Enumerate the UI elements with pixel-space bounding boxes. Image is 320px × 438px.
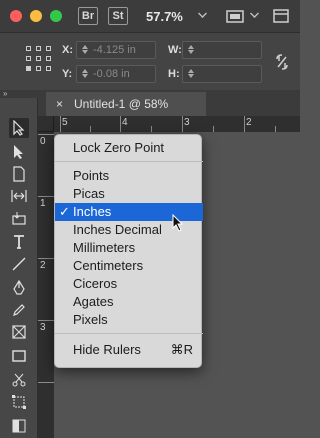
title-bar: Br St 57.7% [0, 0, 300, 32]
workspace-icon[interactable] [272, 8, 292, 24]
menu-item-hide-rulers[interactable]: Hide Rulers ⌘R [55, 341, 203, 359]
scissors-tool-icon[interactable] [9, 370, 29, 390]
menu-item-points[interactable]: Points [55, 167, 203, 185]
keyboard-shortcut: ⌘R [170, 342, 193, 357]
stock-button[interactable]: St [108, 7, 128, 25]
menu-item-millimeters[interactable]: Millimeters [55, 239, 203, 257]
y-field[interactable]: -0.08 in [76, 65, 156, 83]
x-field[interactable]: -4.125 in [76, 41, 156, 59]
document-tab[interactable]: × Untitled-1 @ 58% [46, 92, 206, 116]
menu-item-pixels[interactable]: Pixels [55, 311, 203, 329]
content-collector-tool-icon[interactable] [9, 208, 29, 228]
h-field[interactable] [182, 65, 262, 83]
document-tab-title: Untitled-1 @ 58% [74, 97, 169, 111]
document-tab-bar: × Untitled-1 @ 58% [38, 90, 300, 116]
ruler-units-context-menu: Lock Zero Point Points Picas ✓ Inches In… [54, 134, 203, 368]
h-ruler-label: 5 [62, 117, 68, 128]
horizontal-ruler[interactable]: 5 4 3 2 [54, 116, 300, 132]
menu-item-lock-zero-point[interactable]: Lock Zero Point [55, 139, 203, 157]
x-label: X: [62, 44, 73, 56]
w-field[interactable] [182, 41, 262, 59]
h-ruler-label: 3 [184, 117, 190, 128]
bridge-button[interactable]: Br [78, 7, 98, 25]
constrain-proportions-icon[interactable] [274, 53, 290, 71]
menu-item-centimeters[interactable]: Centimeters [55, 257, 203, 275]
y-label: Y: [62, 68, 73, 80]
h-ruler-label: 2 [246, 117, 252, 128]
ruler-origin[interactable] [38, 116, 54, 132]
pen-tool-icon[interactable] [9, 278, 29, 298]
v-ruler-label: 0 [40, 136, 46, 147]
w-stepper-icon[interactable] [187, 44, 195, 56]
menu-separator [55, 161, 203, 162]
selection-tool-icon[interactable] [9, 118, 29, 138]
menu-item-agates[interactable]: Agates [55, 293, 203, 311]
vertical-ruler[interactable]: 0 1 2 3 [38, 132, 54, 438]
free-transform-tool-icon[interactable] [9, 392, 29, 412]
x-value: -4.125 in [93, 44, 136, 56]
pencil-tool-icon[interactable] [9, 300, 29, 320]
checkmark-icon: ✓ [59, 204, 70, 219]
tools-panel [0, 98, 38, 438]
menu-item-picas[interactable]: Picas [55, 185, 203, 203]
menu-item-ciceros[interactable]: Ciceros [55, 275, 203, 293]
close-window-button[interactable] [10, 10, 22, 22]
close-tab-icon[interactable]: × [56, 97, 63, 111]
tools-collapse-button[interactable]: » [0, 90, 38, 98]
line-tool-icon[interactable] [9, 254, 29, 274]
y-value: -0.08 in [93, 68, 130, 80]
screen-mode-chevron-icon[interactable] [250, 9, 259, 18]
zoom-level[interactable]: 57.7% [146, 9, 183, 24]
gradient-tool-icon[interactable] [9, 416, 29, 436]
reference-point-icon[interactable] [26, 46, 52, 72]
control-panel: X: -4.125 in Y: -0.08 in W: H: [0, 32, 300, 90]
y-stepper-icon[interactable] [81, 68, 89, 80]
minimize-window-button[interactable] [30, 10, 42, 22]
menu-item-label: Hide Rulers [73, 342, 141, 357]
screen-mode-icon[interactable] [226, 8, 250, 24]
x-stepper-icon[interactable] [81, 44, 89, 56]
mouse-cursor-icon [172, 214, 184, 232]
rectangle-tool-icon[interactable] [9, 346, 29, 366]
rectangle-frame-tool-icon[interactable] [9, 322, 29, 342]
w-label: W: [168, 44, 182, 56]
page-tool-icon[interactable] [9, 164, 29, 184]
v-ruler-label: 2 [40, 260, 46, 271]
h-ruler-label: 4 [122, 117, 128, 128]
direct-selection-tool-icon[interactable] [9, 142, 29, 162]
gap-tool-icon[interactable] [9, 186, 29, 206]
h-stepper-icon[interactable] [187, 68, 195, 80]
v-ruler-label: 3 [40, 322, 46, 333]
zoom-window-button[interactable] [50, 10, 62, 22]
v-ruler-label: 1 [40, 198, 46, 209]
h-label: H: [168, 68, 180, 80]
menu-separator [55, 333, 203, 334]
zoom-dropdown-icon[interactable] [198, 9, 207, 18]
menu-item-label: Inches [73, 204, 112, 219]
type-tool-icon[interactable] [9, 232, 29, 252]
